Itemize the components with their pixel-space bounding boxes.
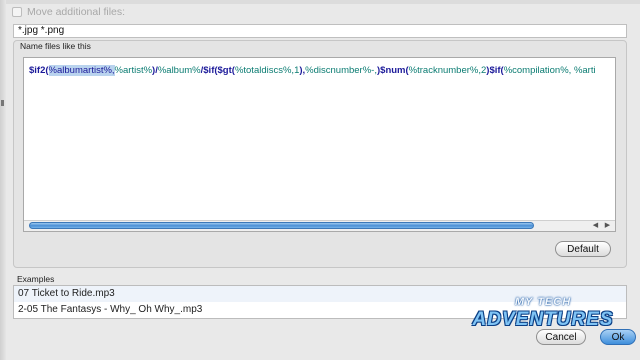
scroll-right-icon[interactable]: ▶ <box>602 221 613 230</box>
logo-line-2: ADVENTURES <box>472 309 614 330</box>
examples-label: Examples <box>17 274 55 284</box>
pattern-segment: $if( <box>489 65 504 76</box>
pattern-segment: $if( <box>203 65 218 76</box>
default-button[interactable]: Default <box>555 241 611 257</box>
pattern-segment: %discnumber%-, <box>305 65 377 76</box>
window-top-strip <box>0 0 640 4</box>
move-additional-files-label: Move additional files: <box>27 6 126 18</box>
naming-pattern-text[interactable]: $if2(%albumartist%,%artist%)/%album%/$if… <box>29 65 596 76</box>
scrollbar-thumb[interactable] <box>29 222 534 229</box>
pattern-segment: $gt( <box>217 65 235 76</box>
name-files-group-label: Name files like this <box>20 41 91 51</box>
left-edge-marker <box>1 100 4 106</box>
horizontal-scrollbar[interactable]: ◀ ▶ <box>24 220 615 231</box>
move-additional-files-option[interactable]: Move additional files: <box>12 5 125 19</box>
cancel-button[interactable]: Cancel <box>536 329 586 345</box>
logo-line-1: MY TECH <box>514 296 572 308</box>
pattern-segment: $if2( <box>29 65 49 76</box>
move-additional-files-checkbox[interactable] <box>12 7 22 17</box>
pattern-segment: %artist% <box>114 65 153 76</box>
pattern-segment: %compilation%, <box>503 65 574 76</box>
pattern-segment: %album% <box>157 65 201 76</box>
scroll-left-icon[interactable]: ◀ <box>590 221 601 230</box>
pattern-segment: %arti <box>573 65 596 76</box>
pattern-segment: %totaldiscs%,1 <box>234 65 300 76</box>
ok-button[interactable]: Ok <box>600 329 636 345</box>
window-left-edge <box>0 0 6 360</box>
naming-pattern-editor[interactable]: $if2(%albumartist%,%artist%)/%album%/$if… <box>23 57 616 232</box>
pattern-segment: %albumartist%, <box>48 65 115 76</box>
pattern-segment: %tracknumber%,2 <box>408 65 487 76</box>
additional-files-extensions-field[interactable]: *.jpg *.png <box>13 24 627 38</box>
pattern-segment: $num( <box>380 65 409 76</box>
